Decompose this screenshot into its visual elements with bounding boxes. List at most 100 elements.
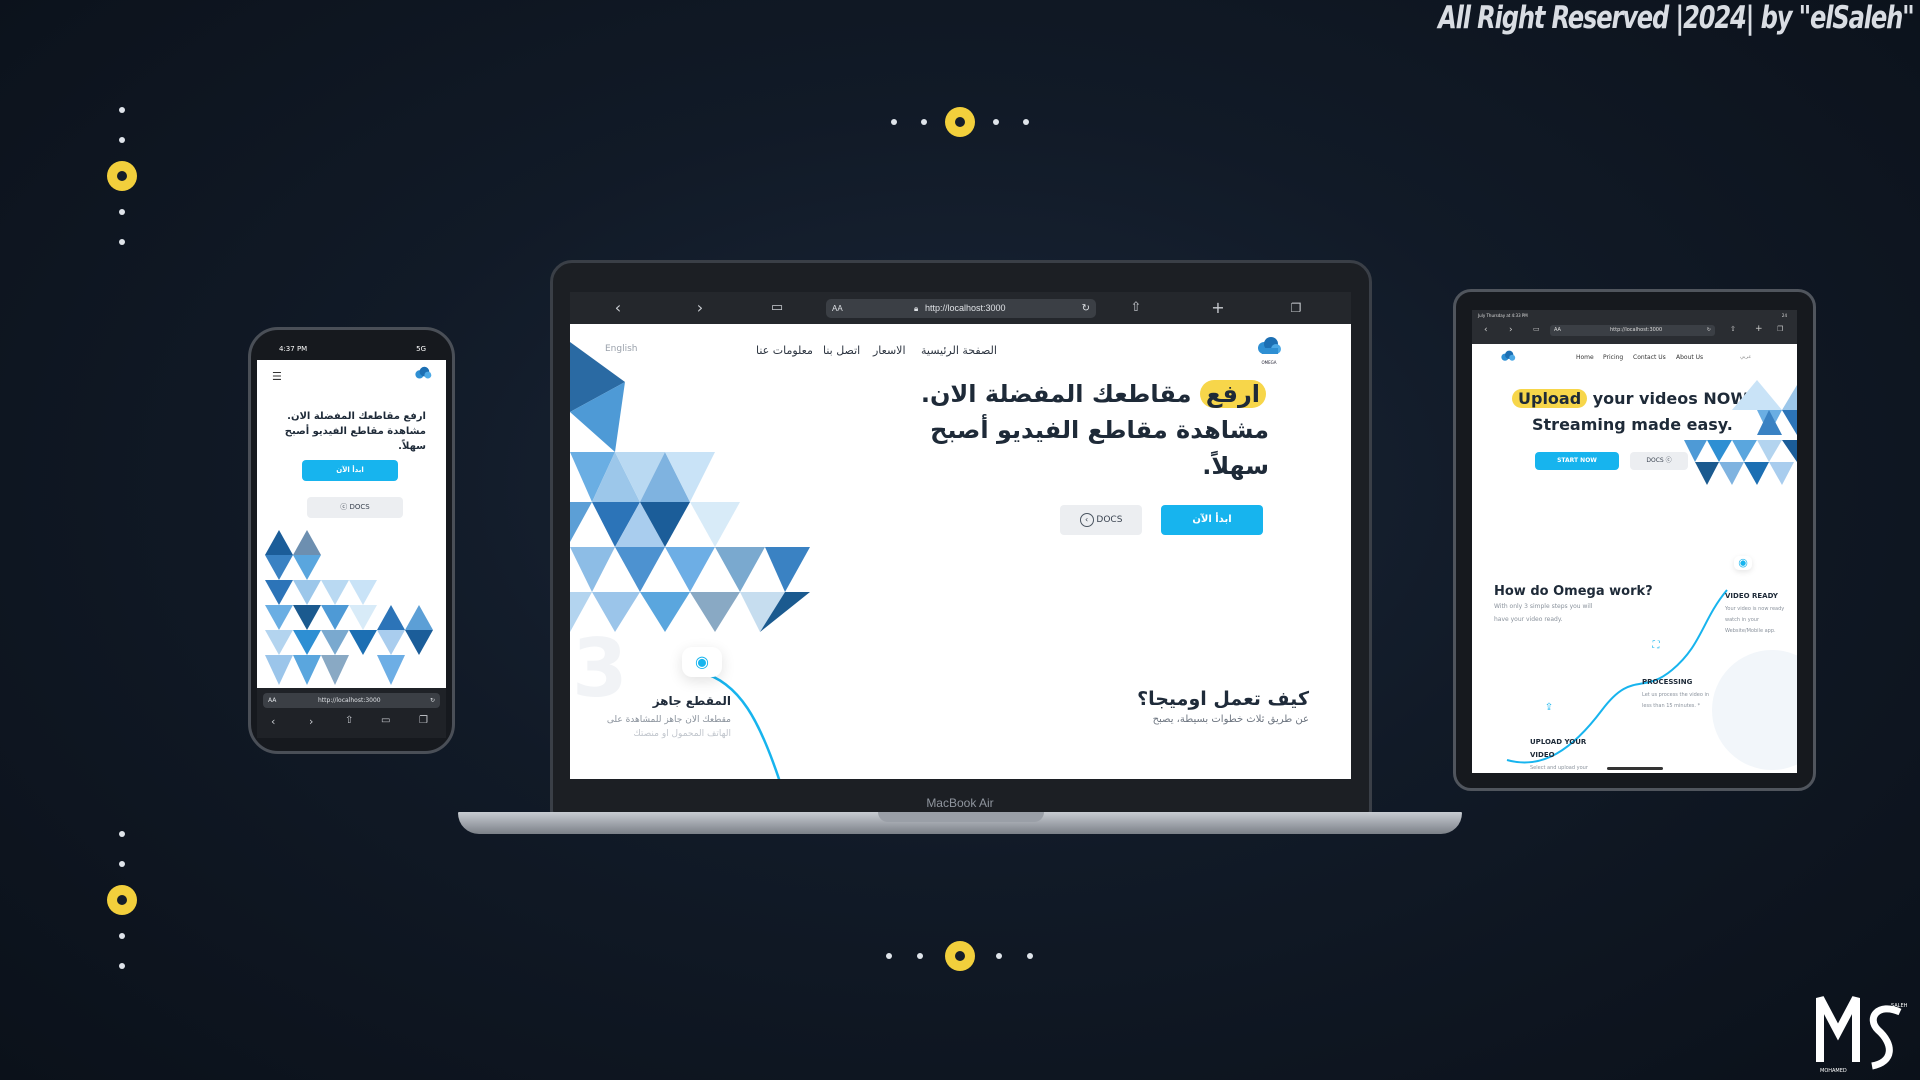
text-size-button[interactable]: AA <box>268 693 276 708</box>
tablet-logo[interactable] <box>1500 347 1516 366</box>
triangle-mosaic <box>570 342 810 632</box>
signature-first-name: SALEH <box>1891 1003 1908 1009</box>
share-icon[interactable]: ⇧ <box>1125 292 1147 324</box>
upload-icon: ⇪ <box>1544 702 1554 713</box>
tablet-hero-highlight: Upload <box>1512 389 1588 408</box>
phone-screen: ☰ ارفع مقاطعك المفضلة الان. مشاهدة مقاطع… <box>257 360 446 688</box>
nav-contact[interactable]: Contact Us <box>1633 354 1666 361</box>
device-label: MacBook Air <box>926 796 994 810</box>
reload-icon[interactable]: ↻ <box>1707 325 1711 336</box>
step-processing-title: PROCESSING <box>1642 678 1693 686</box>
step-upload-title-2: VIDEO <box>1530 751 1555 759</box>
step-title: المقطع جاهز <box>652 694 731 708</box>
phone-hero-line-1-text: مقاطعك المفضلة الان. <box>287 411 400 422</box>
bookmarks-icon[interactable]: ▭ <box>1533 325 1540 333</box>
nav-home[interactable]: الصفحة الرئيسية <box>921 344 997 357</box>
nav-about[interactable]: معلومات عنا <box>756 344 813 357</box>
start-now-button[interactable]: ابدأ الآن <box>1161 505 1263 535</box>
bookmarks-icon[interactable]: ▭ <box>381 715 390 726</box>
nav-pricing[interactable]: الاسعار <box>873 344 906 357</box>
back-icon[interactable]: ‹ <box>271 715 275 728</box>
tablet-start-button[interactable]: START NOW <box>1535 452 1619 470</box>
forward-icon[interactable]: › <box>1509 325 1513 335</box>
reload-icon[interactable]: ↻ <box>430 693 435 708</box>
forward-icon[interactable]: › <box>689 292 711 324</box>
phone-hero-line-2: مشاهدة مقاطع الفيديو أصبح <box>284 426 426 437</box>
url-text: http://localhost:3000 <box>1610 327 1663 333</box>
nav-contact[interactable]: اتصل بنا <box>823 344 860 357</box>
share-icon[interactable]: ⇧ <box>1730 325 1736 333</box>
lang-switch[interactable]: عربي <box>1740 354 1751 360</box>
step-processing-desc-2: less than 15 minutes. * <box>1642 703 1701 709</box>
cloud-icon <box>415 366 432 379</box>
hero-line-3: سهلاً. <box>1202 452 1269 480</box>
text-size-button[interactable]: AA <box>832 299 843 318</box>
browser-toolbar: ‹ › ▭ AA 🔒︎ http://localhost:3000 ↻ ⇧ + … <box>570 292 1351 324</box>
nav-about[interactable]: About Us <box>1676 354 1703 361</box>
hero-line-1: ارفع مقاطعك المفضلة الان. <box>921 380 1266 408</box>
reload-icon[interactable]: ↻ <box>1082 299 1090 318</box>
how-title: كيف تعمل اوميجا؟ <box>1137 688 1309 710</box>
step-number: 3 <box>572 622 628 715</box>
docs-label: DOCS <box>1096 515 1123 525</box>
share-icon[interactable]: ⇧ <box>345 715 353 726</box>
triangle-mosaic <box>1684 380 1797 485</box>
signal-label: 5G <box>416 345 426 353</box>
phone-address-bar[interactable]: AA http://localhost:3000 ↻ <box>263 693 440 708</box>
phone-start-button[interactable]: ابدأ الآن <box>302 460 398 481</box>
step-ready-desc-2: watch in your <box>1725 617 1760 623</box>
processing-icon: ⛶ <box>1652 640 1660 651</box>
copyright-text: All Right Reserved |2024| by "elSaleh" <box>1438 0 1916 36</box>
tablet-browser-toolbar: July Thursday at 4:33 PM 24 ‹ › ▭ AA htt… <box>1472 310 1797 344</box>
bookmarks-icon[interactable]: ▭ <box>766 292 788 324</box>
phone-logo[interactable] <box>414 365 434 384</box>
cloud-icon <box>1258 337 1281 354</box>
nav-pricing[interactable]: Pricing <box>1603 354 1623 361</box>
tabs-icon[interactable]: ❐ <box>1777 325 1783 333</box>
url-text: http://localhost:3000 <box>925 303 1006 313</box>
hero-line-1-text: مقاطعك المفضلة الان. <box>920 380 1192 408</box>
new-tab-icon[interactable]: + <box>1755 324 1763 334</box>
phone-docs-label: DOCS <box>349 503 370 511</box>
tabs-icon[interactable]: ❐ <box>1285 292 1307 324</box>
back-icon[interactable]: ‹ <box>607 292 629 324</box>
step-ready-desc-1: Your video is now ready <box>1725 606 1785 612</box>
phone-time: 4:37 PM <box>279 345 308 353</box>
nav-home[interactable]: Home <box>1576 354 1594 361</box>
tablet-screen: July Thursday at 4:33 PM 24 ‹ › ▭ AA htt… <box>1472 310 1797 773</box>
tablet-address-bar[interactable]: AA http://localhost:3000 ↻ <box>1550 325 1715 336</box>
step-upload-desc: Select and upload your <box>1530 765 1588 771</box>
lang-switch[interactable]: English <box>605 344 638 354</box>
phone-docs-button[interactable]: ⓒ DOCS <box>307 497 403 518</box>
url-text: http://localhost:3000 <box>318 697 381 704</box>
phone-hero-line-3: سهلاً. <box>398 441 426 452</box>
cloud-icon <box>1501 350 1516 361</box>
step-ready-title: VIDEO READY <box>1725 592 1778 600</box>
step-ready-desc-3: Website/Mobile app. <box>1725 628 1776 634</box>
home-indicator <box>1607 767 1663 770</box>
forward-icon[interactable]: › <box>309 715 313 728</box>
step-upload-title: UPLOAD YOUR <box>1530 738 1587 746</box>
step-desc-2: الهاتف المحمول او منصتك <box>633 729 731 739</box>
step-processing-desc-1: Let us process the video in <box>1642 692 1710 698</box>
omega-logo[interactable]: OMEGA <box>1254 336 1284 366</box>
tabs-icon[interactable]: ❐ <box>419 715 428 726</box>
phone-browser-bar: AA http://localhost:3000 ↻ ‹ › ⇧ ▭ ❐ <box>257 688 446 738</box>
eye-icon: ◉ <box>682 647 722 677</box>
battery-level: 24 <box>1781 313 1787 318</box>
lock-icon: 🔒︎ <box>914 304 919 313</box>
docs-icon: ⓒ <box>340 503 348 511</box>
tablet-docs-label: DOCS <box>1646 457 1664 464</box>
laptop-notch <box>878 812 1044 822</box>
phone-status-bar: 4:37 PM 5G <box>257 340 446 360</box>
new-tab-icon[interactable]: + <box>1207 292 1229 324</box>
logo-label: OMEGA <box>1261 360 1277 365</box>
docs-button[interactable]: ‹ DOCS <box>1060 505 1142 535</box>
text-size-button[interactable]: AA <box>1554 325 1561 336</box>
how-subtitle: عن طريق ثلاث خطوات بسيطة، يصبح <box>1152 714 1309 725</box>
step-desc-1: مقطعك الان جاهز للمشاهدة على <box>606 715 731 725</box>
menu-icon[interactable]: ☰ <box>272 370 282 383</box>
tablet-time: July Thursday at 4:33 PM <box>1478 313 1528 318</box>
back-icon[interactable]: ‹ <box>1484 325 1488 335</box>
address-bar[interactable]: AA 🔒︎ http://localhost:3000 ↻ <box>826 299 1096 318</box>
